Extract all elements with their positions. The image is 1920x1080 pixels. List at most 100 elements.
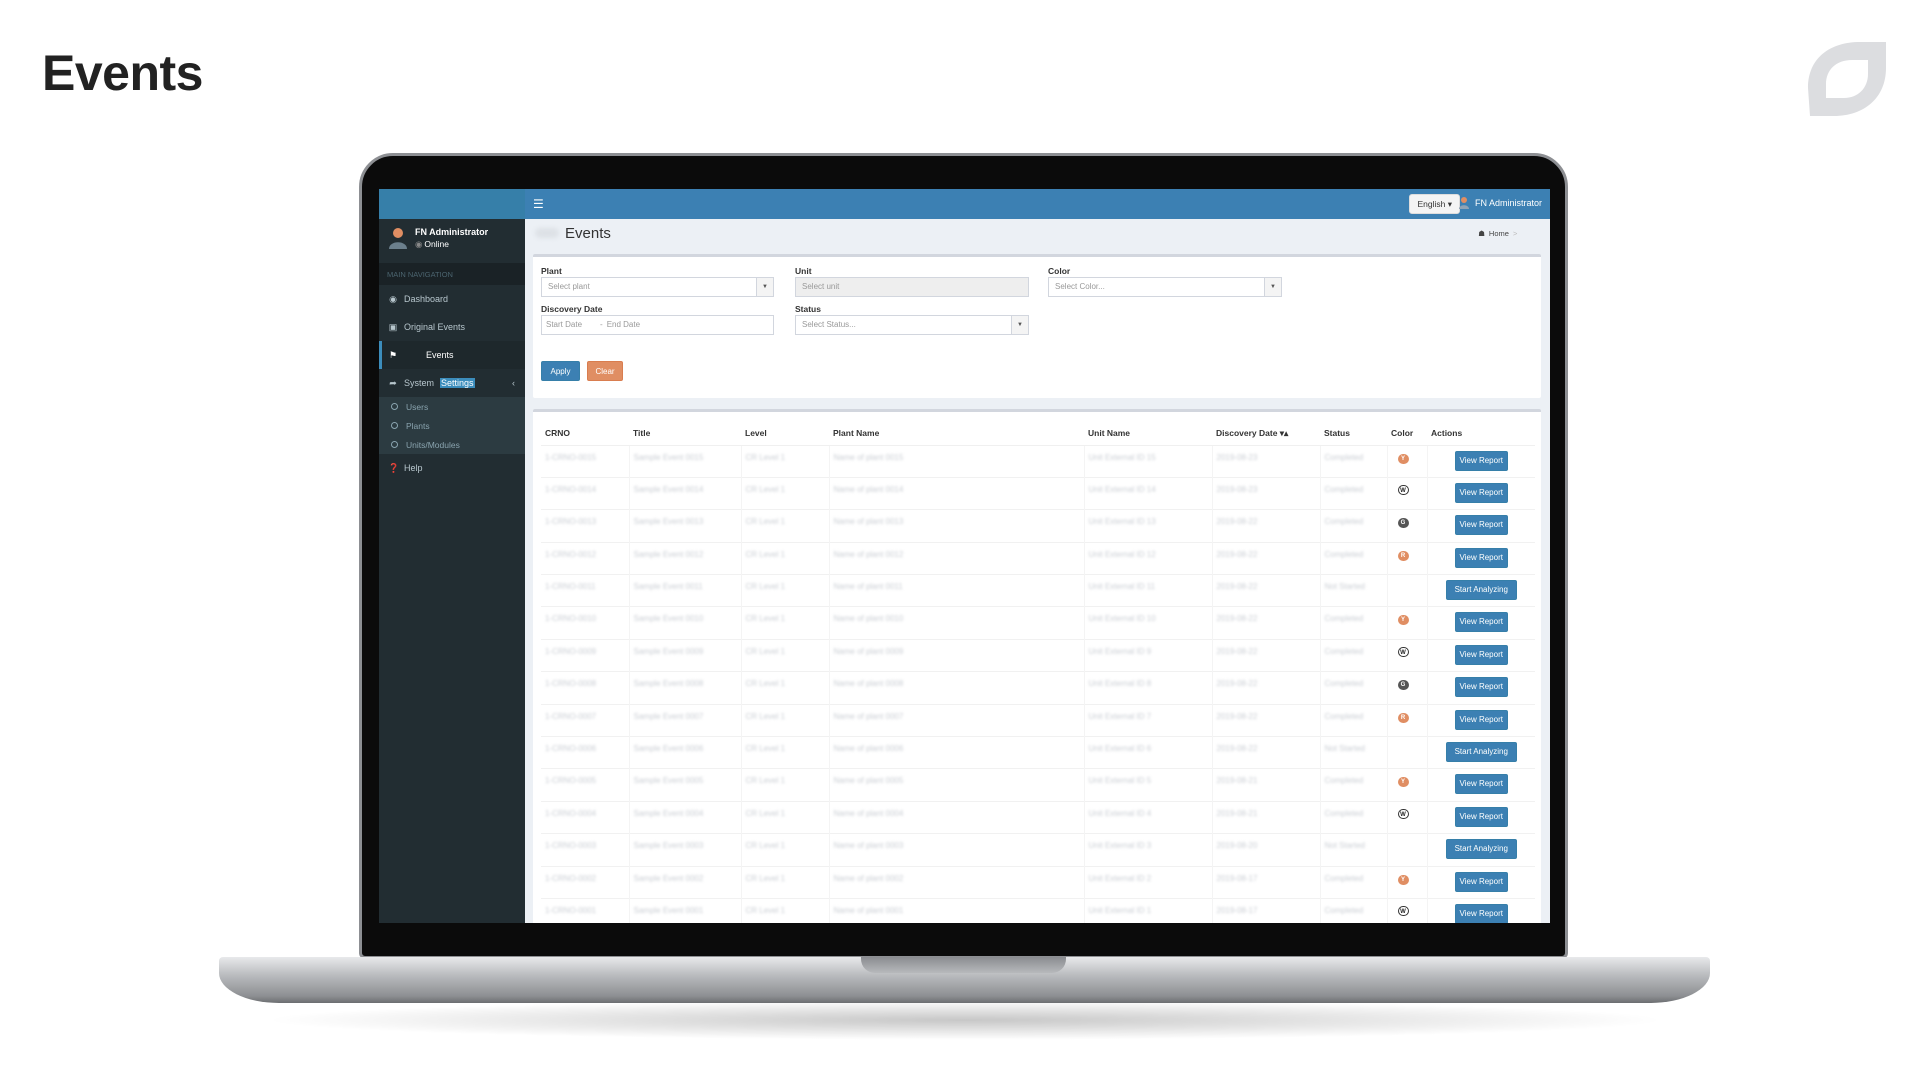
view-report-button[interactable]: View Report [1454, 644, 1508, 665]
cell-title: Sample Event 0007 [628, 703, 741, 737]
start-analyzing-button[interactable]: Start Analyzing [1445, 742, 1517, 763]
cell-title: Sample Event 0003 [628, 833, 741, 867]
cell-plant: Name of plant 0014 [828, 476, 1084, 510]
cell-status: Completed [1319, 800, 1387, 834]
cell-crno: 1-CRNO-0011 [541, 574, 629, 607]
laptop-shadow [260, 1000, 1670, 1040]
column-header-discovery-date[interactable]: Discovery Date ▾▴ [1212, 422, 1320, 446]
cell-plant: Name of plant 0009 [828, 638, 1084, 672]
cell-unit: Unit External ID 5 [1083, 768, 1212, 802]
status-select[interactable]: Select Status... ▼ [795, 315, 1029, 335]
view-report-button[interactable]: View Report [1454, 871, 1508, 892]
cell-actions: View Report [1426, 671, 1535, 705]
dashboard-icon: ◉ [389, 293, 397, 304]
language-dropdown[interactable]: English ▾ [1409, 194, 1460, 214]
settings-submenu: Users Plants Units/Modules [379, 397, 525, 454]
cell-level: CR Level 1 [740, 736, 829, 769]
cell-actions: View Report [1426, 509, 1535, 543]
table-row: 1-CRNO-0006 Sample Event 0006 CR Level 1 Na… [541, 736, 1535, 769]
table-row: 1-CRNO-0005 Sample Event 0005 CR Level 1 Na… [541, 768, 1535, 802]
cell-color: W [1386, 638, 1427, 672]
circle-icon [391, 422, 398, 429]
color-badge: Y [1397, 777, 1409, 788]
cell-title: Sample Event 0002 [628, 865, 741, 899]
cell-actions: Start Analyzing [1426, 833, 1535, 867]
hamburger-icon[interactable]: ☰ [533, 197, 544, 211]
cell-date: 2019-08-21 [1211, 800, 1320, 834]
view-report-button[interactable]: View Report [1454, 774, 1508, 795]
cell-unit: Unit External ID 12 [1083, 541, 1212, 575]
view-report-button[interactable]: View Report [1454, 515, 1508, 536]
color-badge: W [1397, 808, 1409, 819]
cell-level: CR Level 1 [740, 897, 829, 923]
start-analyzing-button[interactable]: Start Analyzing [1445, 580, 1517, 601]
cell-date: 2019-08-21 [1211, 768, 1320, 802]
cell-color: W [1386, 897, 1427, 923]
cell-status: Completed [1319, 541, 1387, 575]
caret-down-icon: ▼ [1011, 316, 1028, 334]
clear-button[interactable]: Clear [587, 361, 623, 381]
content-area: Events ☗ Home > Plant Select plant ▼ Unit S… [525, 219, 1550, 923]
cell-actions: View Report [1426, 541, 1535, 575]
events-table: CRNO Title Level Plant Name Unit Name Discove… [541, 422, 1535, 923]
view-report-button[interactable]: View Report [1454, 677, 1508, 698]
cell-actions: View Report [1426, 703, 1535, 737]
cell-actions: View Report [1426, 638, 1535, 672]
date-range-input[interactable]: Start Date - End Date [541, 315, 774, 335]
cell-level: CR Level 1 [740, 703, 829, 737]
cell-title: Sample Event 0004 [628, 800, 741, 834]
cell-unit: Unit External ID 6 [1083, 736, 1212, 769]
cell-unit: Unit External ID 7 [1083, 703, 1212, 737]
sidebar-item-dashboard[interactable]: ◉ Dashboard [379, 285, 525, 313]
cell-level: CR Level 1 [740, 833, 829, 867]
cell-title: Sample Event 0006 [628, 736, 741, 769]
start-analyzing-button[interactable]: Start Analyzing [1445, 839, 1517, 860]
view-report-button[interactable]: View Report [1454, 612, 1508, 633]
filter-panel: Plant Select plant ▼ Unit Select unit Col… [533, 254, 1541, 398]
cell-status: Completed [1319, 444, 1387, 478]
cell-actions: Start Analyzing [1426, 574, 1535, 607]
cell-plant: Name of plant 0003 [828, 833, 1084, 867]
cell-status: Not Started [1319, 574, 1387, 607]
status-dot-icon: ◉ [415, 239, 423, 249]
circle-icon [391, 403, 398, 410]
cell-crno: 1-CRNO-0013 [541, 509, 629, 543]
sidebar-item-help[interactable]: ❓ Help [379, 454, 525, 482]
cell-date: 2019-08-22 [1211, 541, 1320, 575]
unit-select[interactable]: Select unit [795, 277, 1029, 297]
cell-title: Sample Event 0005 [628, 768, 741, 802]
user-menu[interactable]: FN Administrator [1458, 197, 1542, 209]
sidebar-subitem-users[interactable]: Users [379, 397, 525, 416]
cell-date: 2019-08-22 [1211, 671, 1320, 705]
sidebar: FN Administrator ◉ Online MAIN NAVIGATION… [379, 219, 525, 923]
color-badge: W [1397, 484, 1409, 495]
cell-date: 2019-08-17 [1211, 897, 1320, 923]
color-select[interactable]: Select Color... ▼ [1048, 277, 1282, 297]
sidebar-item-events[interactable]: ⚑ Events [379, 341, 525, 369]
sidebar-item-system-settings[interactable]: ➦ System Settings ‹ [379, 369, 525, 397]
cell-color: R [1386, 703, 1427, 737]
color-badge: R [1397, 550, 1409, 561]
column-header-level: Level [741, 422, 829, 446]
sidebar-subitem-plants[interactable]: Plants [379, 416, 525, 435]
cell-level: CR Level 1 [740, 671, 829, 705]
breadcrumb-home[interactable]: Home [1489, 229, 1509, 238]
sidebar-item-original-events[interactable]: ▣ Original Events [379, 313, 525, 341]
cell-status: Completed [1319, 638, 1387, 672]
sidebar-subitem-units-modules[interactable]: Units/Modules [379, 435, 525, 454]
cell-title: Sample Event 0001 [628, 897, 741, 923]
view-report-button[interactable]: View Report [1454, 903, 1508, 923]
table-row: 1-CRNO-0014 Sample Event 0014 CR Level 1 Na… [541, 476, 1535, 510]
cell-crno: 1-CRNO-0004 [541, 800, 629, 834]
apply-button[interactable]: Apply [541, 361, 580, 381]
view-report-button[interactable]: View Report [1454, 482, 1508, 503]
view-report-button[interactable]: View Report [1454, 547, 1508, 568]
view-report-button[interactable]: View Report [1454, 806, 1508, 827]
cell-color: Y [1386, 444, 1427, 478]
view-report-button[interactable]: View Report [1454, 709, 1508, 730]
plant-select[interactable]: Select plant ▼ [541, 277, 774, 297]
cell-status: Completed [1319, 476, 1387, 510]
caret-down-icon: ▼ [756, 278, 773, 296]
cell-status: Completed [1319, 509, 1387, 543]
view-report-button[interactable]: View Report [1454, 450, 1508, 471]
